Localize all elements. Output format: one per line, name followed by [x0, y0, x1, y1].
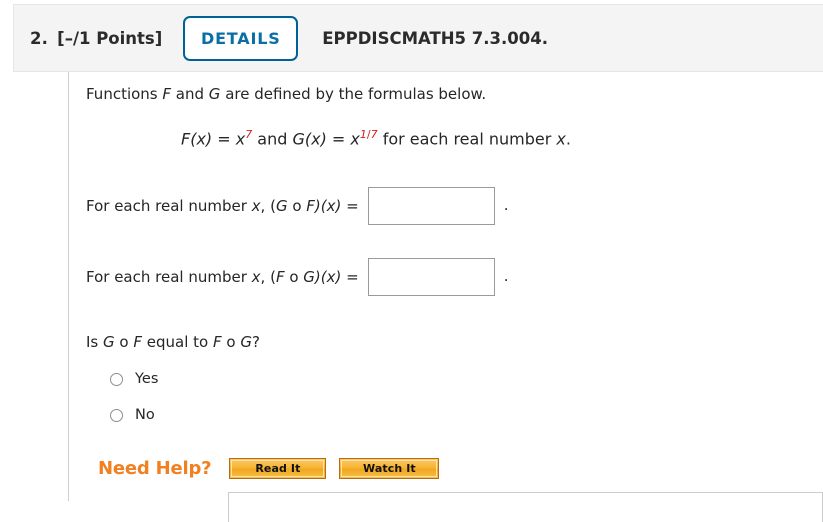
answer-1-prefix: For each real number: [86, 196, 252, 215]
formula-conjunction: and: [252, 129, 293, 149]
answer-1-suffix: )(x) =: [314, 196, 359, 215]
details-button[interactable]: DETAILS: [183, 15, 299, 61]
equality-circ-a: o: [114, 333, 134, 352]
assignment-code: EPPDISCMATH5 7.3.004.: [322, 28, 548, 48]
answer-1-function-second: F: [306, 196, 315, 215]
formula-g-name: G: [292, 129, 305, 149]
answer-row-gof: For each real number x, (G o F)(x) = .: [86, 148, 806, 226]
radio-circle-icon[interactable]: [110, 372, 123, 386]
formula-tail-after: .: [565, 129, 571, 149]
watch-it-button-label: Watch It: [341, 460, 438, 478]
details-button-label: DETAILS: [201, 28, 281, 48]
answer-2-function-first: F: [275, 267, 285, 286]
formula-definitions: F(x) = x7 and G(x) = x1/7 for each real …: [86, 104, 806, 148]
need-help-row: Need Help? Read It Watch It: [86, 439, 806, 480]
radio-label-no: No: [135, 407, 155, 424]
formula-g-arg: (x) =: [304, 129, 351, 149]
need-help-label: Need Help?: [98, 458, 212, 480]
radio-circle-icon[interactable]: [110, 408, 123, 422]
formula-g-exponent-denominator: 7: [370, 128, 378, 141]
equality-second-a: F: [212, 333, 222, 352]
answer-input-gof[interactable]: [367, 187, 495, 226]
next-section-panel: [228, 492, 823, 522]
answer-1-comma: , (: [260, 196, 276, 215]
formula-f-arg: (x) =: [190, 129, 236, 149]
answer-input-fog[interactable]: [367, 258, 495, 297]
intro-text-before: Functions: [86, 85, 163, 103]
equality-tail: ?: [251, 333, 260, 352]
formula-tail-variable: x: [556, 129, 566, 149]
answer-2-variable: x: [251, 267, 261, 286]
answer-1-variable: x: [251, 196, 261, 215]
formula-f-base: x: [235, 129, 246, 149]
radio-option-no[interactable]: No: [110, 403, 190, 427]
formula-tail-before: for each real number: [377, 129, 557, 149]
formula-g-base: x: [350, 129, 360, 149]
read-it-button-label: Read It: [231, 460, 325, 478]
content-left-divider: [68, 72, 69, 501]
watch-it-button[interactable]: Watch It: [339, 458, 440, 480]
equality-circ-b: o: [221, 333, 241, 352]
question-body: Functions F and G are defined by the for…: [86, 82, 806, 480]
answer-2-comma: , (: [260, 267, 276, 286]
answer-label-gof: For each real number x, (G o F)(x) =: [86, 197, 359, 216]
formula-g-exponent-numerator: 1: [359, 128, 367, 141]
answer-2-period: .: [503, 267, 509, 286]
answer-choice-group: Yes No: [86, 351, 806, 427]
intro-text-mid: and: [171, 85, 209, 103]
formula-f-name: F: [181, 129, 191, 149]
equality-first-a: G: [103, 333, 115, 352]
intro-text-after: are defined by the formulas below.: [220, 85, 487, 103]
radio-label-yes: Yes: [135, 371, 159, 388]
question-number: 2.: [30, 28, 49, 48]
answer-2-prefix: For each real number: [86, 267, 252, 286]
equality-first-b: F: [133, 333, 142, 352]
equality-question: Is G o F equal to F o G?: [86, 296, 806, 351]
question-header-bar: 2. [–/1 Points] DETAILS EPPDISCMATH5 7.3…: [13, 4, 823, 72]
radio-option-yes[interactable]: Yes: [110, 367, 190, 391]
equality-lead: Is: [86, 333, 104, 352]
answer-2-suffix: )(x) =: [314, 267, 359, 286]
intro-function-f: F: [162, 85, 172, 103]
answer-label-fog: For each real number x, (F o G)(x) =: [86, 268, 359, 287]
intro-function-g: G: [208, 85, 221, 103]
intro-sentence: Functions F and G are defined by the for…: [86, 82, 806, 104]
answer-1-function-first: G: [275, 196, 288, 215]
answer-1-period: .: [503, 196, 509, 215]
question-points: [–/1 Points]: [57, 28, 163, 48]
equality-middle: equal to: [142, 333, 213, 352]
answer-1-composition-symbol: o: [287, 196, 307, 215]
answer-2-composition-symbol: o: [284, 267, 304, 286]
read-it-button[interactable]: Read It: [229, 458, 327, 480]
equality-second-b: G: [240, 333, 252, 352]
answer-row-fog: For each real number x, (F o G)(x) = .: [86, 225, 806, 297]
formula-g-exponent: 1/7: [360, 128, 378, 141]
answer-2-function-second: G: [303, 267, 315, 286]
